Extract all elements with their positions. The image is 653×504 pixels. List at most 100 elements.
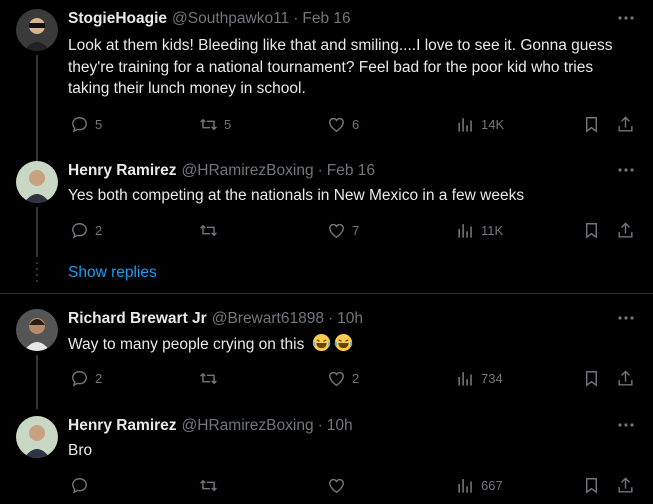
views-icon	[456, 115, 475, 134]
timestamp[interactable]: Feb 16	[327, 162, 375, 180]
avatar[interactable]	[16, 416, 58, 458]
like-count: 7	[352, 223, 360, 238]
share-icon	[616, 369, 635, 388]
bookmark-button[interactable]	[582, 369, 601, 388]
retweet-icon	[199, 476, 218, 495]
separator-dot: ·	[317, 417, 323, 434]
heart-icon	[327, 115, 346, 134]
heart-icon	[327, 369, 346, 388]
reply-button[interactable]: 2	[70, 221, 102, 240]
laughing-emoji-icon	[312, 333, 330, 352]
tweet-header: Henry Ramirez @HRamirezBoxing · Feb 16	[68, 161, 375, 181]
heart-icon	[327, 476, 346, 495]
views-button[interactable]: 667	[456, 476, 503, 495]
reply-button[interactable]: 5	[70, 115, 102, 134]
share-button[interactable]	[616, 221, 635, 240]
thread-line	[36, 55, 38, 165]
retweet-icon	[199, 369, 218, 388]
tweet-actions: 2 2 734	[68, 369, 638, 389]
tweet-actions: 667	[68, 476, 638, 496]
user-handle[interactable]: @HRamirezBoxing	[182, 417, 314, 435]
views-icon	[456, 476, 475, 495]
share-button[interactable]	[616, 476, 635, 495]
divider	[0, 293, 653, 294]
reply-icon	[70, 115, 89, 134]
more-icon[interactable]	[617, 416, 635, 434]
views-icon	[456, 369, 475, 388]
display-name[interactable]: Henry Ramirez	[68, 417, 177, 435]
display-name[interactable]: Henry Ramirez	[68, 162, 177, 180]
show-replies-link[interactable]: Show replies	[68, 264, 157, 282]
share-icon	[616, 115, 635, 134]
avatar[interactable]	[16, 9, 58, 51]
bookmark-button[interactable]	[582, 476, 601, 495]
like-button[interactable]: 2	[327, 369, 359, 388]
share-button[interactable]	[616, 369, 635, 388]
user-handle[interactable]: @HRamirezBoxing	[182, 162, 314, 180]
timestamp[interactable]: 10h	[337, 310, 363, 328]
timestamp[interactable]: 10h	[327, 417, 353, 435]
views-button[interactable]: 734	[456, 369, 503, 388]
bookmark-icon	[582, 476, 601, 495]
display-name[interactable]: StogieHoagie	[68, 10, 167, 28]
views-button[interactable]: 11K	[456, 221, 503, 240]
laughing-emoji-icon	[334, 333, 352, 352]
share-icon	[616, 221, 635, 240]
tweet-text-content: Way to many people crying on this	[68, 336, 305, 353]
user-handle[interactable]: @Brewart61898	[212, 310, 324, 328]
display-name[interactable]: Richard Brewart Jr	[68, 310, 207, 328]
retweet-count: 5	[224, 117, 232, 132]
reply-count: 2	[95, 223, 103, 238]
tweet-header: Richard Brewart Jr @Brewart61898 · 10h	[68, 309, 363, 329]
bookmark-button[interactable]	[582, 115, 601, 134]
tweet-header: StogieHoagie @Southpawko11 · Feb 16	[68, 9, 351, 29]
bookmark-icon	[582, 115, 601, 134]
share-button[interactable]	[616, 115, 635, 134]
like-button[interactable]: 6	[327, 115, 359, 134]
heart-icon	[327, 221, 346, 240]
retweet-button[interactable]	[199, 369, 218, 388]
separator-dot: ·	[317, 162, 323, 179]
retweet-icon	[199, 115, 218, 134]
thread-continuation-dots	[36, 262, 38, 284]
views-count: 734	[481, 371, 503, 386]
reply-button[interactable]	[70, 476, 89, 495]
like-button[interactable]: 7	[327, 221, 359, 240]
retweet-button[interactable]: 5	[199, 115, 231, 134]
reply-icon	[70, 369, 89, 388]
views-icon	[456, 221, 475, 240]
bookmark-icon	[582, 221, 601, 240]
retweet-button[interactable]	[199, 476, 218, 495]
views-button[interactable]: 14K	[456, 115, 504, 134]
user-handle[interactable]: @Southpawko11	[172, 10, 289, 28]
separator-dot: ·	[293, 10, 299, 27]
avatar[interactable]	[16, 161, 58, 203]
views-count: 667	[481, 478, 503, 493]
tweet-text: Yes both competing at the nationals in N…	[68, 187, 525, 204]
tweet-text: Way to many people crying on this 😂😂	[68, 333, 634, 356]
bookmark-button[interactable]	[582, 221, 601, 240]
separator-dot: ·	[327, 310, 334, 327]
like-count: 2	[352, 371, 360, 386]
like-count: 6	[352, 117, 360, 132]
views-count: 14K	[481, 117, 505, 132]
bookmark-icon	[582, 369, 601, 388]
tweet-header: Henry Ramirez @HRamirezBoxing · 10h	[68, 416, 353, 436]
thread-line	[36, 207, 38, 257]
reply-count: 5	[95, 117, 103, 132]
timestamp[interactable]: Feb 16	[302, 10, 350, 28]
reply-button[interactable]: 2	[70, 369, 102, 388]
retweet-button[interactable]	[199, 221, 218, 240]
share-icon	[616, 476, 635, 495]
thread-line	[36, 355, 38, 409]
reply-icon	[70, 476, 89, 495]
avatar[interactable]	[16, 309, 58, 351]
more-icon[interactable]	[617, 9, 635, 27]
tweet-actions: 5 5 6 14K	[68, 115, 638, 135]
reply-icon	[70, 221, 89, 240]
views-count: 11K	[481, 223, 504, 238]
more-icon[interactable]	[617, 161, 635, 179]
like-button[interactable]	[327, 476, 346, 495]
more-icon[interactable]	[617, 309, 635, 327]
tweet-actions: 2 7 11K	[68, 221, 638, 241]
